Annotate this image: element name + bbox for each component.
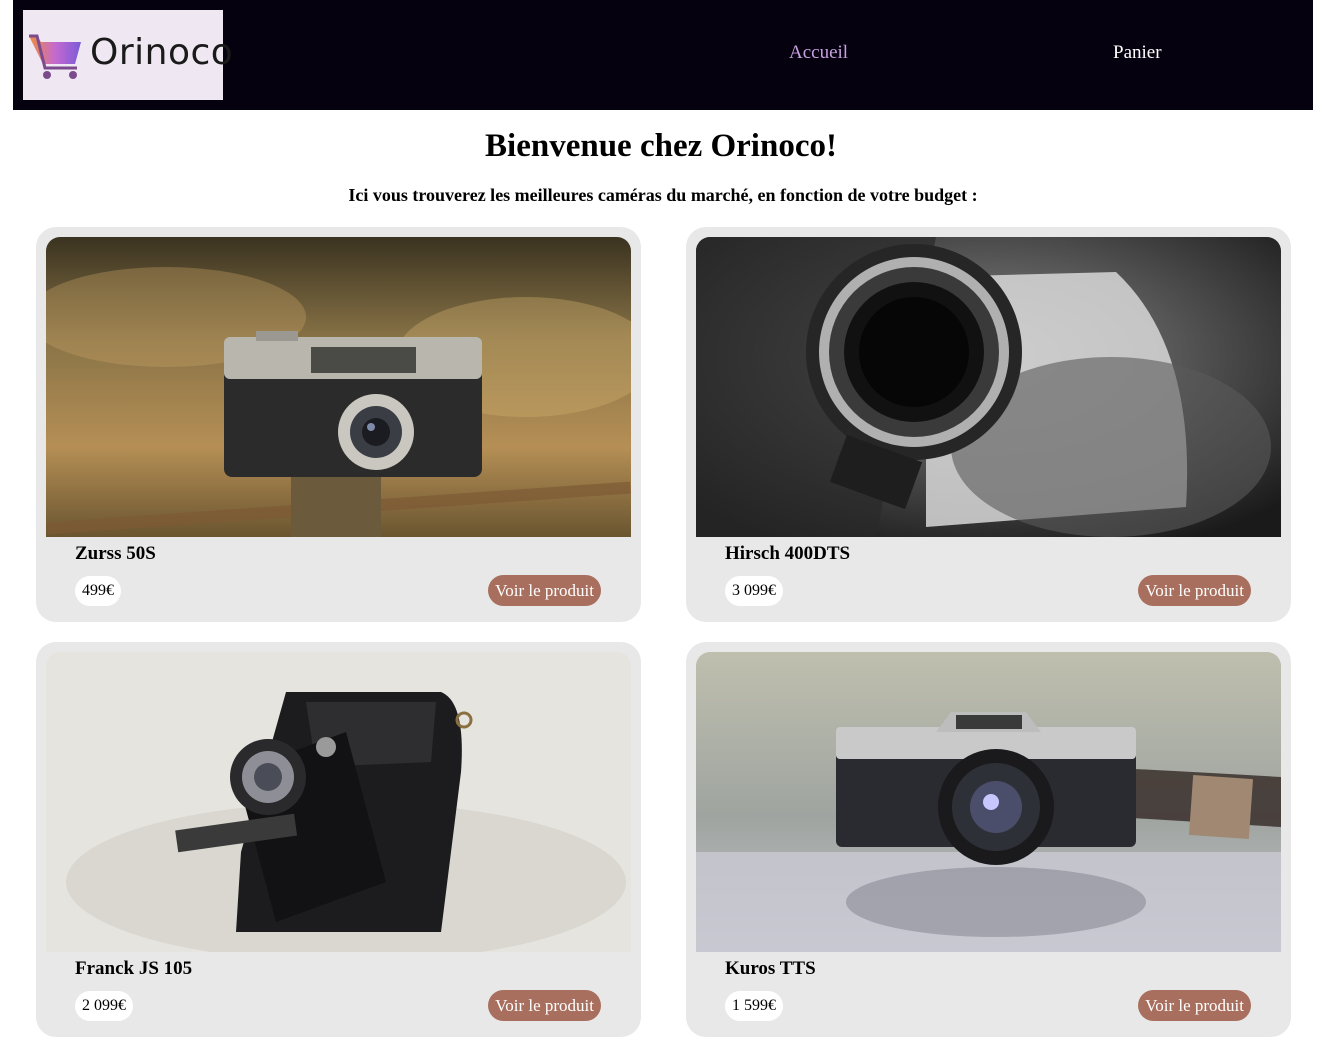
- product-name: Franck JS 105: [75, 958, 193, 979]
- product-card: Kuros TTS 1 599€ Voir le produit: [686, 642, 1291, 1037]
- product-price: 1 599€: [725, 991, 783, 1021]
- page-subtitle: Ici vous trouverez les meilleures caméra…: [348, 185, 978, 205]
- nav-panier[interactable]: Panier: [1113, 42, 1162, 64]
- product-card: Hirsch 400DTS 3 099€ Voir le produit: [686, 227, 1291, 622]
- product-image[interactable]: [46, 237, 631, 537]
- nav-accueil[interactable]: Accueil: [789, 42, 848, 64]
- view-product-button[interactable]: Voir le produit: [488, 990, 601, 1021]
- product-image[interactable]: [696, 652, 1281, 952]
- product-price: 2 099€: [75, 991, 133, 1021]
- product-price: 3 099€: [725, 576, 783, 606]
- product-name: Kuros TTS: [725, 958, 816, 979]
- product-card: Franck JS 105 2 099€ Voir le produit: [36, 642, 641, 1037]
- logo[interactable]: Orinoco: [23, 10, 233, 100]
- view-product-button[interactable]: Voir le produit: [1138, 575, 1251, 606]
- view-product-button[interactable]: Voir le produit: [1138, 990, 1251, 1021]
- shopping-cart-icon: [29, 34, 81, 79]
- site-header: Orinoco Accueil Panier: [13, 0, 1313, 110]
- logo-text: Orinoco: [90, 32, 234, 73]
- product-card: Zurss 50S 499€ Voir le produit: [36, 227, 641, 622]
- product-name: Hirsch 400DTS: [725, 543, 851, 564]
- product-image[interactable]: [46, 652, 631, 952]
- view-product-button[interactable]: Voir le produit: [488, 575, 601, 606]
- product-price: 499€: [75, 576, 121, 606]
- page-title: Bienvenue chez Orinoco!: [485, 128, 837, 164]
- product-image[interactable]: [696, 237, 1281, 537]
- product-name: Zurss 50S: [75, 543, 156, 564]
